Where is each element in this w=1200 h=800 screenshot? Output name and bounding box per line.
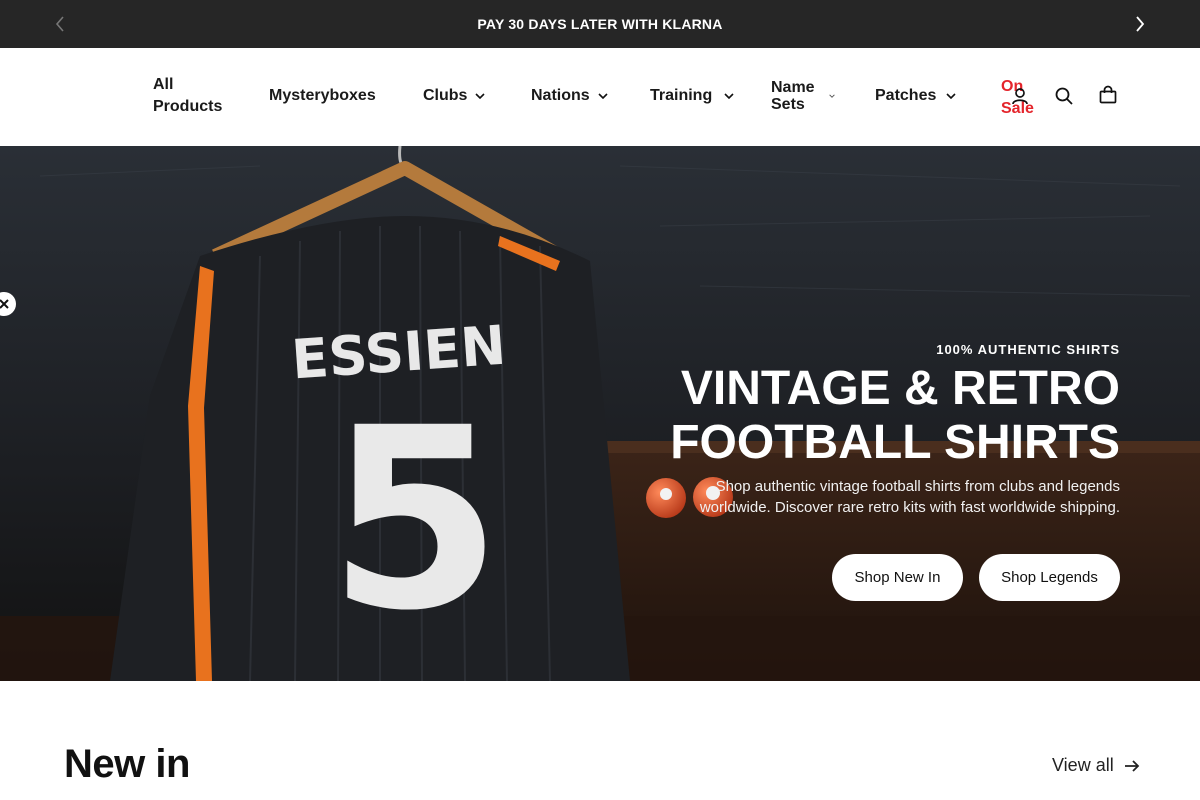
chevron-down-icon [828, 94, 835, 98]
nav-label: Mysteryboxes [269, 87, 376, 104]
view-all-label: View all [1052, 755, 1114, 775]
announcement-text[interactable]: PAY 30 DAYS LATER WITH KLARNA [0, 16, 1200, 32]
announcement-bar: PAY 30 DAYS LATER WITH KLARNA [0, 0, 1200, 48]
nav-name-sets[interactable]: Name Sets [771, 79, 835, 113]
arrow-right-icon [1124, 759, 1140, 773]
section-title: New in [64, 742, 190, 786]
nav-label: Products [153, 98, 223, 115]
hero-eyebrow: 100% AUTHENTIC SHIRTS [936, 342, 1120, 357]
nav-label: Clubs [423, 87, 468, 104]
chevron-down-icon [946, 93, 956, 99]
chevron-right-icon[interactable] [1128, 12, 1152, 36]
nav-label: Patches [875, 87, 937, 104]
cart-icon[interactable] [1096, 83, 1120, 107]
nav-clubs[interactable]: Clubs [423, 85, 486, 107]
hero-title-line: VINTAGE & RETRO [680, 362, 1120, 415]
hero-subtitle: Shop authentic vintage football shirts f… [699, 478, 1120, 516]
hero-title: VINTAGE & RETRO FOOTBALL SHIRTS [560, 362, 1120, 470]
nav-label: Nations [531, 87, 590, 104]
hero-banner: ESSIEN 5 100% AUTHENTIC SHIRTS VINTAGE &… [0, 146, 1200, 681]
chevron-down-icon [724, 93, 734, 99]
shop-new-in-button[interactable]: Shop New In [832, 554, 963, 601]
site-header: All Products Mysteryboxes Clubs Nations … [0, 48, 1200, 146]
nav-all-products[interactable]: All Products [153, 74, 222, 118]
nav-label: All [153, 76, 174, 93]
nav-nations[interactable]: Nations [531, 85, 608, 107]
nav-mysteryboxes[interactable]: Mysteryboxes [269, 85, 376, 107]
chevron-down-icon [598, 93, 608, 99]
shop-legends-button[interactable]: Shop Legends [979, 554, 1120, 601]
view-all-link[interactable]: View all [1052, 755, 1140, 776]
account-icon[interactable] [1008, 84, 1032, 108]
nav-label: Sets [771, 96, 805, 113]
nav-label: Name [771, 79, 815, 96]
shirt-number-text: 5 [328, 374, 502, 665]
nav-label: Training [650, 87, 713, 104]
nav-training[interactable]: Training [650, 85, 734, 107]
hero-title-line: FOOTBALL SHIRTS [670, 416, 1120, 469]
nav-patches[interactable]: Patches [875, 85, 956, 107]
chevron-down-icon [475, 93, 486, 99]
search-icon[interactable] [1052, 84, 1076, 108]
